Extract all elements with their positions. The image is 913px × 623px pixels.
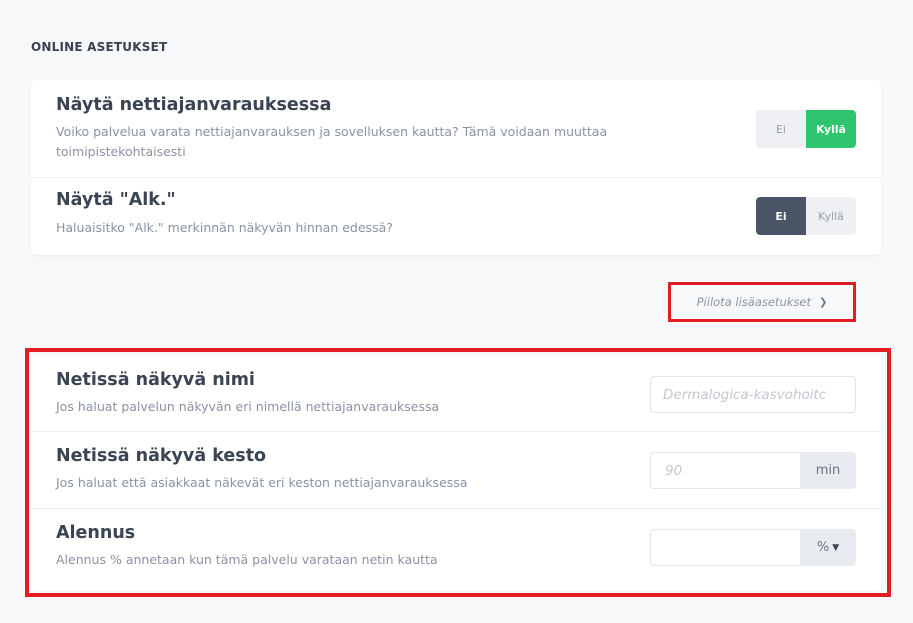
setting-row-online-name: Netissä näkyvä nimi Jos haluat palvelun … bbox=[31, 356, 881, 431]
setting-row-show-alk: Näytä "Alk." Haluaisitko "Alk." merkinnä… bbox=[31, 178, 881, 255]
show-alk-toggle[interactable]: Ei Kyllä bbox=[756, 197, 856, 235]
online-settings-card: Näytä nettiajanvarauksessa Voiko palvelu… bbox=[31, 80, 881, 255]
online-duration-input[interactable]: 90 min bbox=[650, 452, 856, 489]
chevron-down-icon: ❯ bbox=[818, 296, 828, 308]
duration-unit: min bbox=[800, 452, 856, 489]
setting-title: Näytä "Alk." bbox=[56, 190, 176, 210]
discount-unit-label: % bbox=[816, 540, 830, 555]
advanced-settings-card: Netissä näkyvä nimi Jos haluat palvelun … bbox=[31, 356, 881, 591]
discount-unit-select[interactable]: % ▼ bbox=[800, 529, 856, 566]
setting-title: Netissä näkyvä kesto bbox=[56, 446, 267, 466]
online-name-input[interactable]: Dermalogica-kasvohoitc bbox=[650, 376, 856, 413]
discount-field[interactable] bbox=[650, 529, 800, 566]
setting-row-discount: Alennus Alennus % annetaan kun tämä palv… bbox=[31, 509, 881, 591]
setting-description: Jos haluat palvelun näkyvän eri nimellä … bbox=[56, 399, 440, 414]
setting-row-show-online: Näytä nettiajanvarauksessa Voiko palvelu… bbox=[31, 80, 881, 177]
toggle-no-option[interactable]: Ei bbox=[756, 110, 806, 148]
hide-advanced-settings-button[interactable]: Piilota lisäasetukset ❯ bbox=[668, 282, 856, 322]
setting-row-online-duration: Netissä näkyvä kesto Jos haluat että asi… bbox=[31, 432, 881, 508]
toggle-yes-option[interactable]: Kyllä bbox=[806, 197, 856, 235]
section-title: ONLINE ASETUKSET bbox=[31, 40, 168, 54]
setting-description: Voiko palvelua varata nettiajanvarauksen… bbox=[56, 124, 608, 159]
setting-description: Alennus % annetaan kun tämä palvelu vara… bbox=[56, 552, 438, 567]
discount-input[interactable]: % ▼ bbox=[650, 529, 856, 566]
hide-advanced-label: Piilota lisäasetukset bbox=[696, 295, 811, 309]
setting-title: Näytä nettiajanvarauksessa bbox=[56, 95, 332, 115]
setting-description: Haluaisitko "Alk." merkinnän näkyvän hin… bbox=[56, 220, 393, 235]
setting-description: Jos haluat että asiakkaat näkevät eri ke… bbox=[56, 475, 468, 490]
duration-field[interactable]: 90 bbox=[650, 452, 800, 489]
toggle-no-option[interactable]: Ei bbox=[756, 197, 806, 235]
toggle-yes-option[interactable]: Kyllä bbox=[806, 110, 856, 148]
show-online-toggle[interactable]: Ei Kyllä bbox=[756, 110, 856, 148]
setting-title: Alennus bbox=[56, 523, 136, 543]
chevron-down-icon: ▼ bbox=[832, 542, 840, 553]
setting-title: Netissä näkyvä nimi bbox=[56, 370, 255, 390]
